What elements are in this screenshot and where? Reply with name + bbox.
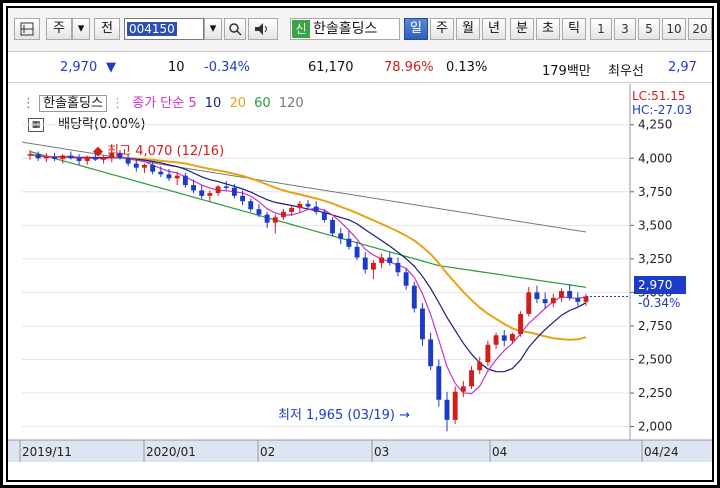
x-tick-label: 03: [374, 445, 389, 459]
candle-down: [330, 219, 335, 234]
candle-down: [76, 158, 82, 161]
candle-down: [125, 158, 131, 164]
candle-up: [583, 296, 589, 302]
candle-down: [191, 185, 196, 191]
candle-up: [297, 203, 303, 208]
moving-averages: [21, 141, 587, 395]
candle-down: [411, 285, 417, 309]
x-tick-label: 2020/01: [146, 445, 196, 459]
candle-down: [223, 186, 229, 188]
candle-up: [452, 391, 458, 420]
candle-up: [174, 175, 180, 179]
candle-up: [272, 217, 278, 223]
x-tick-label: 02: [260, 445, 275, 459]
x-tick-label: 04: [492, 445, 507, 459]
candle-down: [395, 262, 401, 273]
candle-down: [387, 257, 393, 263]
y-tick-label: 2,000: [638, 420, 672, 434]
high-label: 최고 4,070 (12/16): [107, 144, 225, 159]
candle-down: [158, 171, 164, 175]
candle-down: [256, 209, 262, 215]
current-price-tag: 2,970: [634, 276, 686, 294]
candle-down: [35, 154, 41, 159]
candle-down: [403, 272, 409, 286]
candle-up: [84, 156, 90, 161]
candle-up: [379, 257, 385, 263]
candle-down: [313, 206, 319, 212]
ma5-line: [29, 153, 587, 395]
y-tick-label: 4,250: [638, 118, 672, 132]
candle-up: [485, 344, 491, 363]
y-tick-label: 4,000: [638, 151, 672, 165]
candle-down: [534, 292, 540, 300]
candle-up: [550, 297, 556, 304]
candle-up: [469, 370, 474, 387]
candle-down: [346, 238, 352, 247]
ma20-line: [29, 153, 587, 341]
candle-up: [281, 211, 286, 218]
candle-up: [142, 164, 147, 168]
candle-down: [264, 214, 270, 223]
candle-down: [240, 195, 246, 202]
candle-up: [518, 313, 524, 335]
low-label: 최저 1,965 (03/19): [278, 408, 396, 423]
candle-up: [477, 362, 483, 371]
candle-down: [420, 308, 425, 340]
candle-down: [305, 203, 311, 207]
candle-down: [567, 291, 573, 298]
candle-down: [231, 187, 237, 196]
current-pct-tag: -0.34%: [638, 296, 681, 310]
candle-up: [460, 386, 466, 392]
y-tick-label: 3,750: [638, 185, 672, 199]
candle-down: [542, 299, 548, 304]
low-annotation: 최저 1,965 (03/19) →: [278, 404, 410, 423]
candle-up: [27, 154, 33, 156]
candle-down: [166, 174, 172, 179]
candle-down: [436, 366, 442, 400]
candle-down: [444, 399, 450, 420]
candle-down: [199, 190, 205, 196]
candle-up: [559, 291, 564, 298]
x-tick-label: 04/24: [644, 445, 679, 459]
candle-down: [182, 175, 188, 186]
candle-down: [68, 155, 74, 159]
low-arrow-icon: →: [399, 408, 411, 423]
x-tick-label: 2019/11: [22, 445, 72, 459]
candle-down: [321, 211, 327, 220]
ma60-line: [29, 150, 587, 288]
candle-up: [493, 335, 499, 345]
candle-down: [248, 201, 254, 210]
candle-up: [370, 262, 376, 270]
y-tick-label: 2,250: [638, 386, 672, 400]
x-axis-band: [8, 440, 712, 462]
candle-up: [43, 156, 49, 159]
candle-down: [52, 156, 57, 159]
y-tick-label: 2,500: [638, 353, 672, 367]
candle-up: [289, 207, 295, 212]
candle-down: [362, 257, 368, 270]
candle-down: [338, 233, 344, 239]
y-tick-label: 3,250: [638, 252, 672, 266]
candle-down: [501, 335, 507, 341]
candle-up: [526, 292, 532, 314]
high-marker-icon: ◆: [93, 144, 103, 159]
candle-down: [354, 246, 360, 258]
chart-window: 주 ▾ 전 004150 ▾ 신 한솔홀딩스 일 주 월 년 분 초 틱 1 3…: [6, 6, 714, 482]
candle-down: [575, 297, 581, 302]
candle-up: [207, 193, 213, 196]
y-tick-label: 3,500: [638, 218, 672, 232]
candle-up: [60, 155, 66, 159]
y-tick-label: 2,750: [638, 319, 672, 333]
candle-up: [215, 186, 221, 194]
candle-down: [133, 163, 139, 168]
candle-down: [150, 164, 156, 172]
candle-up: [509, 334, 515, 341]
high-annotation: ◆ 최고 4,070 (12/16): [93, 140, 224, 159]
candle-down: [428, 339, 434, 367]
